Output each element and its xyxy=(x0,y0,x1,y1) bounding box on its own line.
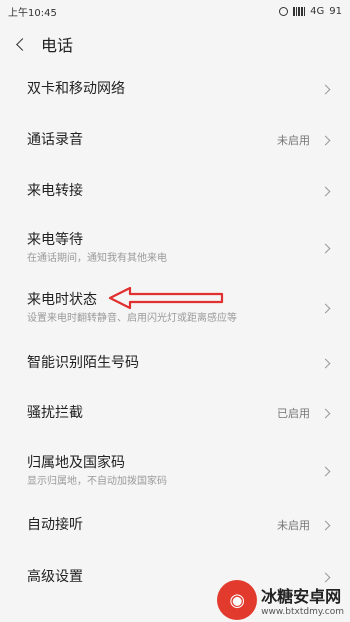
watermark-url: www.btxtdmy.com xyxy=(261,607,344,617)
watermark: ◉ 冰糖安卓网 www.btxtdmy.com xyxy=(217,580,344,620)
back-arrow-icon[interactable] xyxy=(16,37,29,51)
setting-title: 来电转接 xyxy=(27,182,83,199)
setting-item-call-recording[interactable]: 通话录音 未启用 xyxy=(0,115,350,165)
setting-status: 未启用 xyxy=(277,134,310,147)
setting-item-smart-caller-id[interactable]: 智能识别陌生号码 xyxy=(0,338,350,388)
setting-item-call-waiting[interactable]: 来电等待 在通话期间，通知我有其他来电 xyxy=(0,223,350,273)
setting-status: 未启用 xyxy=(277,519,310,532)
chevron-right-icon xyxy=(320,466,331,476)
status-icons: 4G 91 xyxy=(279,6,342,17)
page-title: 电话 xyxy=(41,36,74,55)
setting-title: 骚扰拦截 xyxy=(27,404,83,421)
setting-subtitle: 显示归属地，不自动加拨国家码 xyxy=(27,475,167,487)
annotation-arrow-icon xyxy=(108,286,224,310)
setting-item-dual-sim[interactable]: 双卡和移动网络 xyxy=(0,64,350,114)
watermark-title: 冰糖安卓网 xyxy=(261,587,342,606)
setting-status: 已启用 xyxy=(277,407,310,420)
watermark-logo-icon: ◉ xyxy=(217,580,258,620)
chevron-right-icon xyxy=(320,84,331,94)
setting-title: 双卡和移动网络 xyxy=(27,80,125,97)
chevron-right-icon xyxy=(320,243,331,253)
setting-item-harassment-block[interactable]: 骚扰拦截 已启用 xyxy=(0,388,350,438)
setting-title: 来电等待 xyxy=(27,231,83,248)
chevron-right-icon xyxy=(320,408,331,418)
status-time: 上午10:45 xyxy=(8,7,57,19)
setting-title: 通话录音 xyxy=(27,131,83,148)
chevron-right-icon xyxy=(320,135,331,145)
header: 电话 xyxy=(0,22,350,66)
battery-level: 91 xyxy=(329,5,342,17)
chevron-right-icon xyxy=(320,186,331,196)
status-bar: 上午10:45 4G 91 xyxy=(0,0,350,22)
setting-title: 智能识别陌生号码 xyxy=(27,354,139,371)
setting-subtitle: 设置来电时翻转静音、启用闪光灯或距离感应等 xyxy=(27,312,237,324)
setting-item-location-country-code[interactable]: 归属地及国家码 显示归属地，不自动加拨国家码 xyxy=(0,446,350,496)
chevron-right-icon xyxy=(320,520,331,530)
chevron-right-icon xyxy=(320,358,331,368)
chevron-right-icon xyxy=(320,303,331,313)
setting-item-call-forwarding[interactable]: 来电转接 xyxy=(0,166,350,216)
setting-item-auto-answer[interactable]: 自动接听 未启用 xyxy=(0,500,350,550)
setting-subtitle: 在通话期间，通知我有其他来电 xyxy=(27,252,167,264)
network-type: 4G xyxy=(310,5,325,17)
alarm-icon xyxy=(279,6,289,16)
setting-title: 归属地及国家码 xyxy=(27,454,125,471)
signal-icon xyxy=(293,6,306,16)
setting-title: 自动接听 xyxy=(27,516,83,533)
